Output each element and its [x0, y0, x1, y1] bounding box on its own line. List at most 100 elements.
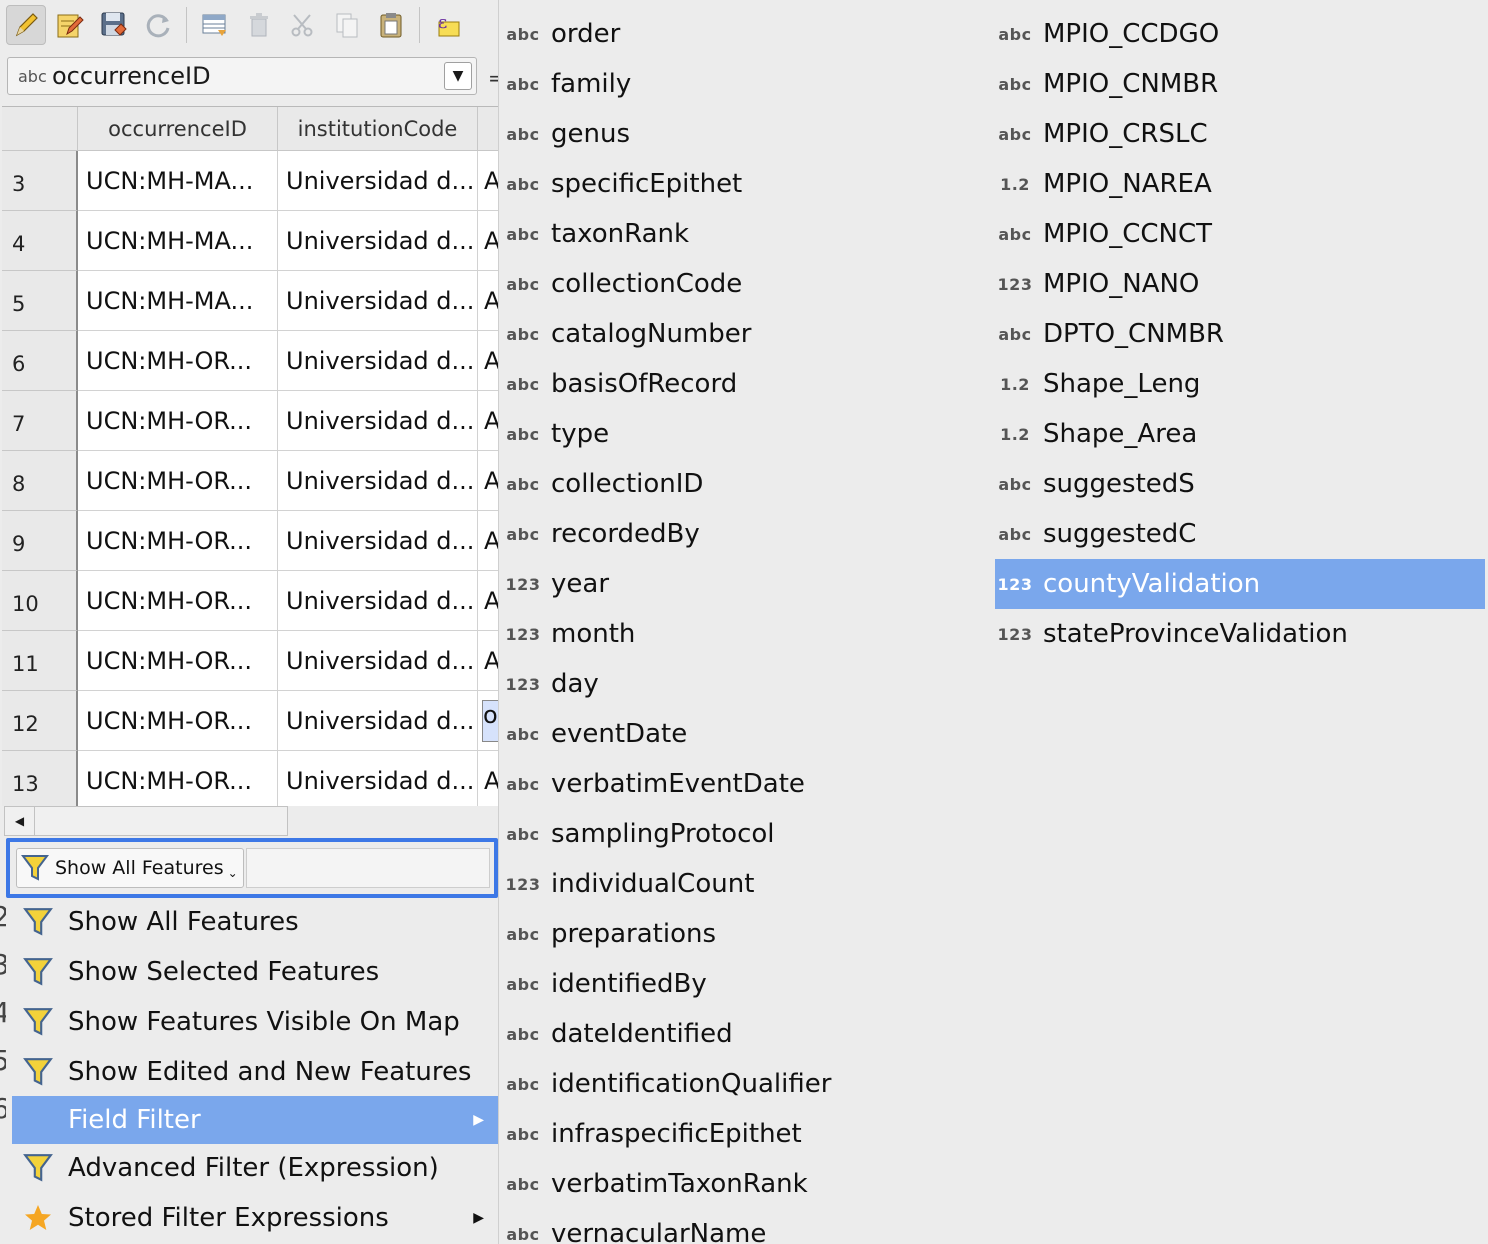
- combo-dropdown-button[interactable]: ▼: [444, 62, 472, 90]
- field-item-verbatimeventdate[interactable]: abc verbatimEventDate: [503, 759, 983, 809]
- filter-menu-item-show-all-features[interactable]: Show All Features: [12, 898, 498, 946]
- cell-partial[interactable]: A: [478, 751, 500, 806]
- row-number[interactable]: 5: [2, 271, 78, 331]
- cell-editor[interactable]: o: [478, 691, 500, 751]
- cell-occurrenceid[interactable]: UCN:MH-OR...: [78, 451, 278, 511]
- field-item-infraspecificepithet[interactable]: abc infraspecificEpithet: [503, 1109, 983, 1159]
- field-selector-combo[interactable]: abc occurrenceID ▼: [7, 57, 477, 95]
- field-item-identificationqualifier[interactable]: abc identificationQualifier: [503, 1059, 983, 1109]
- field-item-mpio-nano[interactable]: 123 MPIO_NANO: [995, 259, 1485, 309]
- cell-occurrenceid[interactable]: UCN:MH-OR...: [78, 331, 278, 391]
- field-item-family[interactable]: abc family: [503, 59, 983, 109]
- filter-mode-button[interactable]: Show All Features ⌄: [16, 848, 244, 888]
- row-number[interactable]: 11: [2, 631, 78, 691]
- filter-menu-item-advanced-filter-expression[interactable]: Advanced Filter (Expression): [12, 1144, 498, 1192]
- table-row[interactable]: 7 UCN:MH-OR... Universidad d... A: [2, 391, 500, 451]
- field-item-vernacularname[interactable]: abc vernacularName: [503, 1209, 983, 1244]
- filter-menu-item-show-features-visible-on-map[interactable]: Show Features Visible On Map: [12, 998, 498, 1046]
- cell-partial[interactable]: A: [478, 391, 500, 451]
- cell-partial[interactable]: A: [478, 331, 500, 391]
- table-row[interactable]: 9 UCN:MH-OR... Universidad d... A: [2, 511, 500, 571]
- table-row[interactable]: 5 UCN:MH-MA... Universidad d... A: [2, 271, 500, 331]
- cell-partial[interactable]: A: [478, 511, 500, 571]
- field-item-shape-area[interactable]: 1.2 Shape_Area: [995, 409, 1485, 459]
- scroll-left-button[interactable]: ◀: [5, 807, 35, 835]
- field-item-dpto-cnmbr[interactable]: abc DPTO_CNMBR: [995, 309, 1485, 359]
- cell-occurrenceid[interactable]: UCN:MH-OR...: [78, 511, 278, 571]
- cell-partial[interactable]: A: [478, 211, 500, 271]
- cell-partial[interactable]: A: [478, 451, 500, 511]
- cell-institutioncode[interactable]: Universidad d...: [278, 271, 478, 331]
- cell-occurrenceid[interactable]: UCN:MH-OR...: [78, 631, 278, 691]
- delete-feature-button[interactable]: [239, 5, 279, 45]
- row-number[interactable]: 4: [2, 211, 78, 271]
- field-item-genus[interactable]: abc genus: [503, 109, 983, 159]
- cell-occurrenceid[interactable]: UCN:MH-OR...: [78, 571, 278, 631]
- column-header-partial[interactable]: [478, 107, 500, 151]
- field-item-dateidentified[interactable]: abc dateIdentified: [503, 1009, 983, 1059]
- cell-occurrenceid[interactable]: UCN:MH-MA...: [78, 211, 278, 271]
- cell-institutioncode[interactable]: Universidad d...: [278, 211, 478, 271]
- field-item-countyvalidation[interactable]: 123 countyValidation: [995, 559, 1485, 609]
- field-item-collectioncode[interactable]: abc collectionCode: [503, 259, 983, 309]
- cell-partial[interactable]: A: [478, 151, 500, 211]
- field-item-collectionid[interactable]: abc collectionID: [503, 459, 983, 509]
- field-item-order[interactable]: abc order: [503, 9, 983, 59]
- table-row[interactable]: 4 UCN:MH-MA... Universidad d... A: [2, 211, 500, 271]
- row-number[interactable]: 3: [2, 151, 78, 211]
- field-item-specificepithet[interactable]: abc specificEpithet: [503, 159, 983, 209]
- toggle-editing-button[interactable]: [6, 5, 46, 45]
- table-row[interactable]: 3 UCN:MH-MA... Universidad d... A: [2, 151, 500, 211]
- field-item-mpio-ccnct[interactable]: abc MPIO_CCNCT: [995, 209, 1485, 259]
- cell-institutioncode[interactable]: Universidad d...: [278, 151, 478, 211]
- field-item-samplingprotocol[interactable]: abc samplingProtocol: [503, 809, 983, 859]
- cell-partial[interactable]: A: [478, 631, 500, 691]
- cell-institutioncode[interactable]: Universidad d...: [278, 511, 478, 571]
- field-item-suggestedc[interactable]: abc suggestedC: [995, 509, 1485, 559]
- table-row[interactable]: 8 UCN:MH-OR... Universidad d... A: [2, 451, 500, 511]
- cut-button[interactable]: [283, 5, 323, 45]
- filter-menu-item-field-filter[interactable]: Field Filter ▶: [12, 1096, 498, 1144]
- horizontal-scrollbar[interactable]: ◀: [4, 806, 288, 836]
- cell-occurrenceid[interactable]: UCN:MH-OR...: [78, 391, 278, 451]
- field-item-mpio-narea[interactable]: 1.2 MPIO_NAREA: [995, 159, 1485, 209]
- row-number[interactable]: 6: [2, 331, 78, 391]
- cell-partial[interactable]: A: [478, 571, 500, 631]
- cell-institutioncode[interactable]: Universidad d...: [278, 331, 478, 391]
- field-item-shape-leng[interactable]: 1.2 Shape_Leng: [995, 359, 1485, 409]
- table-row[interactable]: 6 UCN:MH-OR... Universidad d... A: [2, 331, 500, 391]
- row-number[interactable]: 8: [2, 451, 78, 511]
- field-item-day[interactable]: 123 day: [503, 659, 983, 709]
- filter-menu-item-show-edited-and-new-features[interactable]: Show Edited and New Features: [12, 1048, 498, 1096]
- column-header-occurrenceid[interactable]: occurrenceID: [78, 107, 278, 151]
- column-header-institutioncode[interactable]: institutionCode: [278, 107, 478, 151]
- row-number[interactable]: 7: [2, 391, 78, 451]
- field-item-taxonrank[interactable]: abc taxonRank: [503, 209, 983, 259]
- select-by-expression-button[interactable]: ε: [428, 5, 468, 45]
- table-row[interactable]: 10 UCN:MH-OR... Universidad d... A: [2, 571, 500, 631]
- cell-occurrenceid[interactable]: UCN:MH-OR...: [78, 751, 278, 806]
- field-item-year[interactable]: 123 year: [503, 559, 983, 609]
- field-item-identifiedby[interactable]: abc identifiedBy: [503, 959, 983, 1009]
- field-item-preparations[interactable]: abc preparations: [503, 909, 983, 959]
- copy-button[interactable]: [327, 5, 367, 45]
- row-number[interactable]: 13: [2, 751, 78, 806]
- row-number[interactable]: 12: [2, 691, 78, 751]
- field-item-month[interactable]: 123 month: [503, 609, 983, 659]
- field-item-mpio-cnmbr[interactable]: abc MPIO_CNMBR: [995, 59, 1485, 109]
- cell-institutioncode[interactable]: Universidad d...: [278, 751, 478, 806]
- paste-button[interactable]: [371, 5, 411, 45]
- field-item-stateprovincevalidation[interactable]: 123 stateProvinceValidation: [995, 609, 1485, 659]
- cell-institutioncode[interactable]: Universidad d...: [278, 451, 478, 511]
- field-item-mpio-crslc[interactable]: abc MPIO_CRSLC: [995, 109, 1485, 159]
- reload-button[interactable]: [138, 5, 178, 45]
- cell-institutioncode[interactable]: Universidad d...: [278, 691, 478, 751]
- field-item-suggesteds[interactable]: abc suggestedS: [995, 459, 1485, 509]
- save-edits-button[interactable]: [94, 5, 134, 45]
- cell-partial[interactable]: A: [478, 271, 500, 331]
- field-item-type[interactable]: abc type: [503, 409, 983, 459]
- row-number[interactable]: 10: [2, 571, 78, 631]
- field-item-verbatimtaxonrank[interactable]: abc verbatimTaxonRank: [503, 1159, 983, 1209]
- filter-menu-item-stored-filter-expressions[interactable]: Stored Filter Expressions ▶: [12, 1194, 498, 1242]
- row-header-corner[interactable]: [2, 107, 78, 151]
